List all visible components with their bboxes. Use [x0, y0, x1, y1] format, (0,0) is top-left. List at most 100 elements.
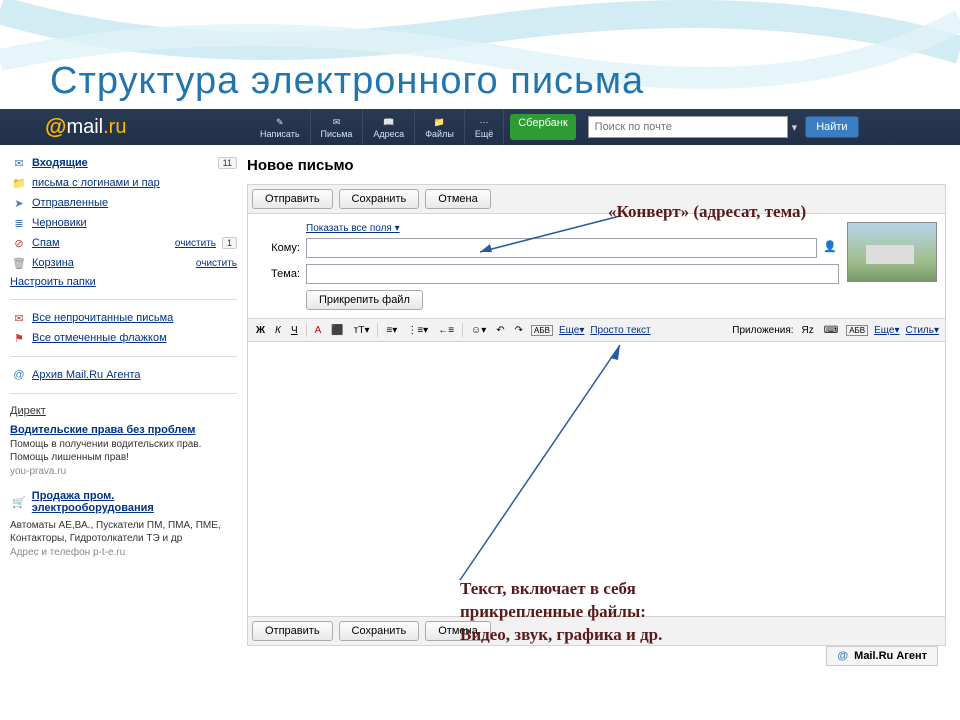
plaintext-button[interactable]: Просто текст — [590, 325, 650, 336]
inbox-icon: ✉ — [10, 156, 28, 170]
nav-label: Адреса — [373, 129, 404, 139]
nav-compose[interactable]: ✎ Написать — [250, 109, 311, 145]
send-button[interactable]: Отправить — [252, 189, 333, 209]
redo-button[interactable]: ↷ — [513, 324, 525, 337]
subject-row: Тема: — [256, 264, 839, 284]
attach-button[interactable]: Прикрепить файл — [306, 290, 423, 310]
nav-mail[interactable]: ✉ Письма — [311, 109, 364, 145]
translit-button[interactable]: Яz — [800, 324, 816, 337]
spellcheck-button[interactable]: АБВ — [531, 325, 553, 336]
agent-label: Mail.Ru Агент — [854, 650, 927, 662]
nav-label: Написать — [260, 129, 300, 139]
bold-button[interactable]: Ж — [254, 324, 267, 337]
folder-icon: 📁 — [434, 115, 445, 129]
divider — [10, 393, 237, 394]
link-archive[interactable]: @ Архив Mail.Ru Агента — [10, 365, 237, 385]
cancel-button-bottom[interactable]: Отмена — [425, 621, 490, 641]
search-input[interactable] — [588, 116, 788, 138]
save-button[interactable]: Сохранить — [339, 189, 420, 209]
italic-button[interactable]: К — [273, 324, 283, 337]
nav-label: Файлы — [425, 129, 454, 139]
top-button-row: Отправить Сохранить Отмена — [247, 184, 946, 214]
envelope-section: Показать все поля ▾ Кому: 👤 Тема: Прикре… — [247, 214, 946, 319]
undo-button[interactable]: ↶ — [494, 324, 506, 337]
align-button[interactable]: ≡▾ — [384, 324, 399, 337]
at-icon: @ — [45, 114, 66, 140]
contacts-icon[interactable]: 👤 — [823, 240, 839, 256]
theme-thumbnail[interactable] — [847, 222, 937, 282]
logo-ru: .ru — [103, 116, 126, 139]
spam-count: 1 — [222, 237, 237, 249]
list-button[interactable]: ⋮≡▾ — [405, 324, 430, 337]
nav-contacts[interactable]: 📖 Адреса — [363, 109, 415, 145]
folder-label: письма с логинами и пар — [32, 177, 160, 189]
at-icon: @ — [10, 368, 28, 382]
ad2-text: Автоматы АЕ,ВА., Пускатели ПМ, ПМА, ПМЕ,… — [10, 517, 237, 547]
style-button[interactable]: Стиль▾ — [906, 325, 939, 336]
top-nav: ✎ Написать ✉ Письма 📖 Адреса 📁 Файлы ⋯ Е… — [250, 109, 582, 145]
chevron-down-icon: ▾ — [395, 223, 400, 234]
bg-color-button[interactable]: ⬛ — [329, 324, 345, 337]
separator — [462, 323, 463, 337]
pencil-icon: ✎ — [276, 115, 284, 129]
link-flagged[interactable]: ⚑ Все отмеченные флажком — [10, 328, 237, 348]
search-container: ▾ Найти — [588, 109, 859, 145]
to-input[interactable] — [306, 238, 817, 258]
top-bar: @ mail .ru ✎ Написать ✉ Письма 📖 Адреса … — [0, 109, 960, 145]
subject-input[interactable] — [306, 264, 839, 284]
save-button-bottom[interactable]: Сохранить — [339, 621, 420, 641]
translate-button[interactable]: АБВ — [846, 325, 868, 336]
link-unread[interactable]: ✉ Все непрочитанные письма — [10, 308, 237, 328]
font-color-button[interactable]: A — [313, 324, 324, 337]
smiley-button[interactable]: ☺▾ — [469, 324, 488, 337]
link-label: Все непрочитанные письма — [32, 312, 173, 324]
separator — [377, 323, 378, 337]
at-icon: @ — [837, 650, 848, 662]
show-all-fields[interactable]: Показать все поля ▾ — [256, 223, 400, 234]
drafts-icon: ≣ — [10, 216, 28, 230]
settings-folders[interactable]: Настроить папки — [10, 273, 237, 291]
link-label: Все отмеченные флажком — [32, 332, 167, 344]
editor-body[interactable] — [247, 342, 946, 617]
inbox-count: 11 — [218, 157, 237, 169]
dropdown-icon[interactable]: ▾ — [792, 121, 798, 134]
direkt-heading[interactable]: Директ — [10, 402, 237, 420]
logo[interactable]: @ mail .ru — [0, 109, 250, 145]
send-button-bottom[interactable]: Отправить — [252, 621, 333, 641]
ad1-url: you-prava.ru — [10, 466, 237, 477]
more-button[interactable]: Еще▾ — [559, 325, 584, 336]
envelope-icon: ✉ — [10, 311, 28, 325]
sidebar: ✉ Входящие 11 📁 письма с логинами и пар … — [0, 145, 247, 654]
more2-button[interactable]: Еще▾ — [874, 325, 899, 336]
sent-icon: ➤ — [10, 196, 28, 210]
indent-button[interactable]: ←≡ — [436, 324, 456, 337]
search-button[interactable]: Найти — [805, 116, 858, 138]
ad2-title[interactable]: Продажа пром. электрооборудования — [32, 490, 237, 514]
folder-inbox[interactable]: ✉ Входящие 11 — [10, 153, 237, 173]
folder-label: Отправленные — [32, 197, 108, 209]
flag-icon: ⚑ — [10, 331, 28, 345]
font-size-button[interactable]: тT▾ — [352, 324, 372, 337]
ad1-text: Помощь в получении водительских прав. По… — [10, 436, 237, 466]
folder-spam[interactable]: ⊘ Спам очистить 1 — [10, 233, 237, 253]
clear-spam[interactable]: очистить — [175, 238, 216, 249]
underline-button[interactable]: Ч — [289, 324, 300, 337]
sberbank-button[interactable]: Сбербанк — [510, 114, 575, 140]
cancel-button[interactable]: Отмена — [425, 189, 490, 209]
folder-label: Корзина — [32, 257, 74, 269]
nav-files[interactable]: 📁 Файлы — [415, 109, 465, 145]
clear-trash[interactable]: очистить — [196, 258, 237, 269]
divider — [10, 299, 237, 300]
folder-label: Спам — [32, 237, 60, 249]
agent-bar[interactable]: @ Mail.Ru Агент — [826, 646, 938, 666]
keyboard-button[interactable]: ⌨ — [822, 324, 840, 337]
spam-icon: ⊘ — [10, 236, 28, 250]
subject-label: Тема: — [256, 268, 300, 280]
folder-trash[interactable]: 🗑 Корзина очистить — [10, 253, 237, 273]
bottom-button-row: Отправить Сохранить Отмена — [247, 617, 946, 646]
folder-drafts[interactable]: ≣ Черновики — [10, 213, 237, 233]
folder-logins[interactable]: 📁 письма с логинами и пар — [10, 173, 237, 193]
nav-more[interactable]: ⋯ Ещё — [465, 109, 504, 145]
ad1-title[interactable]: Водительские права без проблем — [10, 420, 237, 436]
folder-sent[interactable]: ➤ Отправленные — [10, 193, 237, 213]
